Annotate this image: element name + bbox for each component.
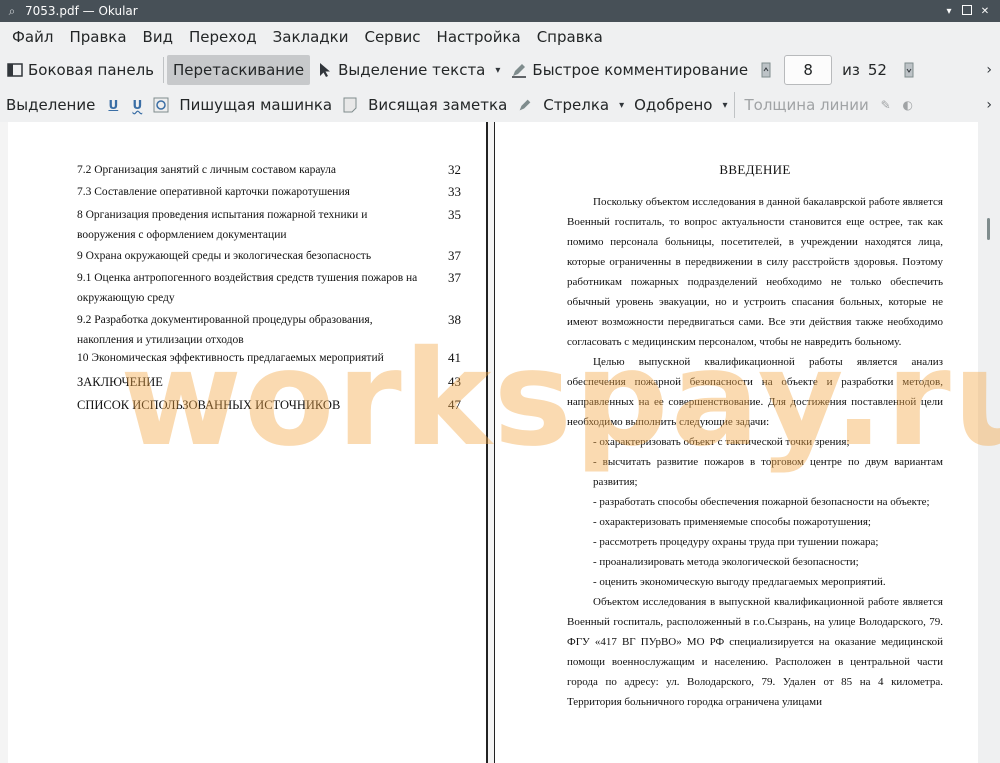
menu-tools[interactable]: Сервис	[356, 22, 428, 52]
pen-icon	[510, 61, 528, 79]
window-title: 7053.pdf — Okular	[25, 4, 138, 18]
quick-annotation-button[interactable]: Быстрое комментирование	[504, 55, 754, 85]
note-icon-button[interactable]	[338, 90, 362, 120]
task-item: - высчитать развитие пожаров в торговом …	[593, 456, 943, 488]
browse-tool-label: Перетаскивание	[173, 61, 305, 79]
main-toolbar: Боковая панель Перетаскивание Выделение …	[0, 52, 1000, 88]
toc-entry: 9.1 Оценка антропогенного воздействия ср…	[77, 270, 461, 304]
page-8: ВВЕДЕНИЕ Поскольку объектом исследования…	[494, 122, 978, 763]
page-total: 52	[867, 61, 887, 79]
squiggle-underline-icon: U	[132, 98, 143, 112]
introduction-heading: ВВЕДЕНИЕ	[719, 162, 791, 177]
page-down-icon	[901, 61, 917, 79]
popup-note-label: Висящая заметка	[368, 96, 508, 114]
typewriter-label: Пишущая машинка	[179, 96, 333, 114]
vertical-scrollbar[interactable]	[978, 122, 1000, 763]
task-item: - разработать способы обеспечения пожарн…	[593, 496, 930, 508]
toc-entry: 10 Экономическая эффективность предлагае…	[77, 350, 461, 365]
chevron-down-icon[interactable]: ▾	[722, 100, 727, 111]
page-7: 7.2 Организация занятий с личным составо…	[8, 122, 488, 763]
task-item: - оценить экономическую выгоду предлагае…	[593, 576, 886, 588]
popup-note-button[interactable]: Висящая заметка	[362, 90, 513, 120]
chevron-down-icon[interactable]: ▾	[495, 65, 500, 76]
next-page-button[interactable]	[897, 55, 921, 85]
stamp-icon	[153, 96, 169, 114]
typewriter-button[interactable]: Пишущая машинка	[173, 90, 338, 120]
task-item: - проанализировать метода экологической …	[593, 556, 859, 568]
line-width-label: Толщина линии	[744, 96, 869, 114]
stamp-tool-button[interactable]	[149, 90, 173, 120]
close-button[interactable]: ✕	[978, 4, 992, 18]
annotation-toolbar: Выделение U U Пишущая машинка Висящая за…	[0, 87, 1000, 123]
opacity-icon: ◐	[902, 98, 913, 112]
menu-view[interactable]: Вид	[135, 22, 181, 52]
toc-entry: 9.2 Разработка документированной процеду…	[77, 312, 461, 346]
page-up-icon	[758, 61, 774, 79]
sidebar-button[interactable]: Боковая панель	[0, 55, 160, 85]
document-view[interactable]: 7.2 Организация занятий с личным составо…	[0, 122, 1000, 763]
title-bar: ⌕ 7053.pdf — Okular ▾ ✕	[0, 0, 1000, 22]
toc-entry: 7.2 Организация занятий с личным составо…	[77, 162, 461, 177]
paragraph: Объектом исследования в выпускной квалиф…	[567, 596, 943, 708]
page-of-label: из	[842, 61, 860, 79]
sidebar-label: Боковая панель	[28, 61, 154, 79]
previous-page-button[interactable]	[754, 55, 778, 85]
menu-bookmarks[interactable]: Закладки	[265, 22, 357, 52]
task-item: - охарактеризовать объект с тактической …	[593, 436, 850, 448]
text-select-button[interactable]: Выделение текста	[310, 55, 491, 85]
stamp-approved-label: Одобрено	[634, 96, 713, 114]
browse-tool-button[interactable]: Перетаскивание	[167, 55, 311, 85]
underline-button[interactable]: U	[101, 90, 125, 120]
minimize-button[interactable]: ▾	[942, 4, 956, 18]
opacity-button[interactable]: ◐	[897, 90, 919, 120]
toc-entry: 8 Организация проведения испытания пожар…	[77, 207, 461, 241]
paragraph: Поскольку объектом исследования в данной…	[567, 196, 943, 348]
arrow-button[interactable]: Стрелка	[537, 90, 615, 120]
cursor-icon	[316, 61, 334, 79]
highlighter-button[interactable]: Выделение	[0, 90, 101, 120]
freehand-button[interactable]	[513, 90, 537, 120]
toc-entry: 7.3 Составление оперативной карточки пож…	[77, 184, 461, 199]
maximize-button[interactable]	[962, 5, 972, 15]
text-select-label: Выделение текста	[338, 61, 486, 79]
toc-entry: 9 Охрана окружающей среды и экологическа…	[77, 248, 461, 263]
note-icon	[342, 96, 358, 114]
underline-icon: U	[108, 98, 119, 112]
menu-edit[interactable]: Правка	[61, 22, 134, 52]
line-width-button[interactable]: Толщина линии	[738, 90, 874, 120]
introduction-section: ВВЕДЕНИЕ Поскольку объектом исследования…	[567, 160, 943, 712]
color-button[interactable]: ✎	[875, 90, 897, 120]
menu-bar: Файл Правка Вид Переход Закладки Сервис …	[0, 22, 1000, 52]
task-item: - охарактеризовать применяемые способы п…	[593, 516, 871, 528]
toc-entry: ЗАКЛЮЧЕНИЕ 43	[77, 374, 461, 389]
palette-icon: ✎	[880, 98, 891, 112]
toolbar-separator	[734, 92, 736, 118]
stamp-approved-button[interactable]: Одобрено	[628, 90, 718, 120]
toc-entry: СПИСОК ИСПОЛЬЗОВАННЫХ ИСТОЧНИКОВ 47	[77, 397, 461, 412]
squiggle-button[interactable]: U	[125, 90, 149, 120]
menu-help[interactable]: Справка	[529, 22, 611, 52]
highlighter-label: Выделение	[6, 96, 96, 114]
chevron-down-icon[interactable]: ▾	[619, 100, 624, 111]
toolbar-separator	[163, 57, 164, 83]
menu-go[interactable]: Переход	[181, 22, 265, 52]
okular-app-icon: ⌕	[8, 3, 16, 18]
scrollbar-thumb[interactable]	[987, 218, 990, 240]
menu-file[interactable]: Файл	[4, 22, 61, 52]
task-item: - рассмотреть процедуру охраны труда при…	[593, 536, 879, 548]
arrow-label: Стрелка	[543, 96, 610, 114]
menu-settings[interactable]: Настройка	[429, 22, 529, 52]
pen-icon	[517, 96, 533, 114]
quick-annotation-label: Быстрое комментирование	[532, 61, 749, 79]
toolbar-overflow-icon[interactable]: ›	[986, 97, 992, 113]
page-number-input[interactable]: 8	[784, 55, 833, 85]
paragraph: Целью выпускной квалификационной работы …	[567, 356, 943, 428]
sidebar-icon	[6, 61, 24, 79]
toolbar-overflow-icon[interactable]: ›	[986, 62, 992, 78]
